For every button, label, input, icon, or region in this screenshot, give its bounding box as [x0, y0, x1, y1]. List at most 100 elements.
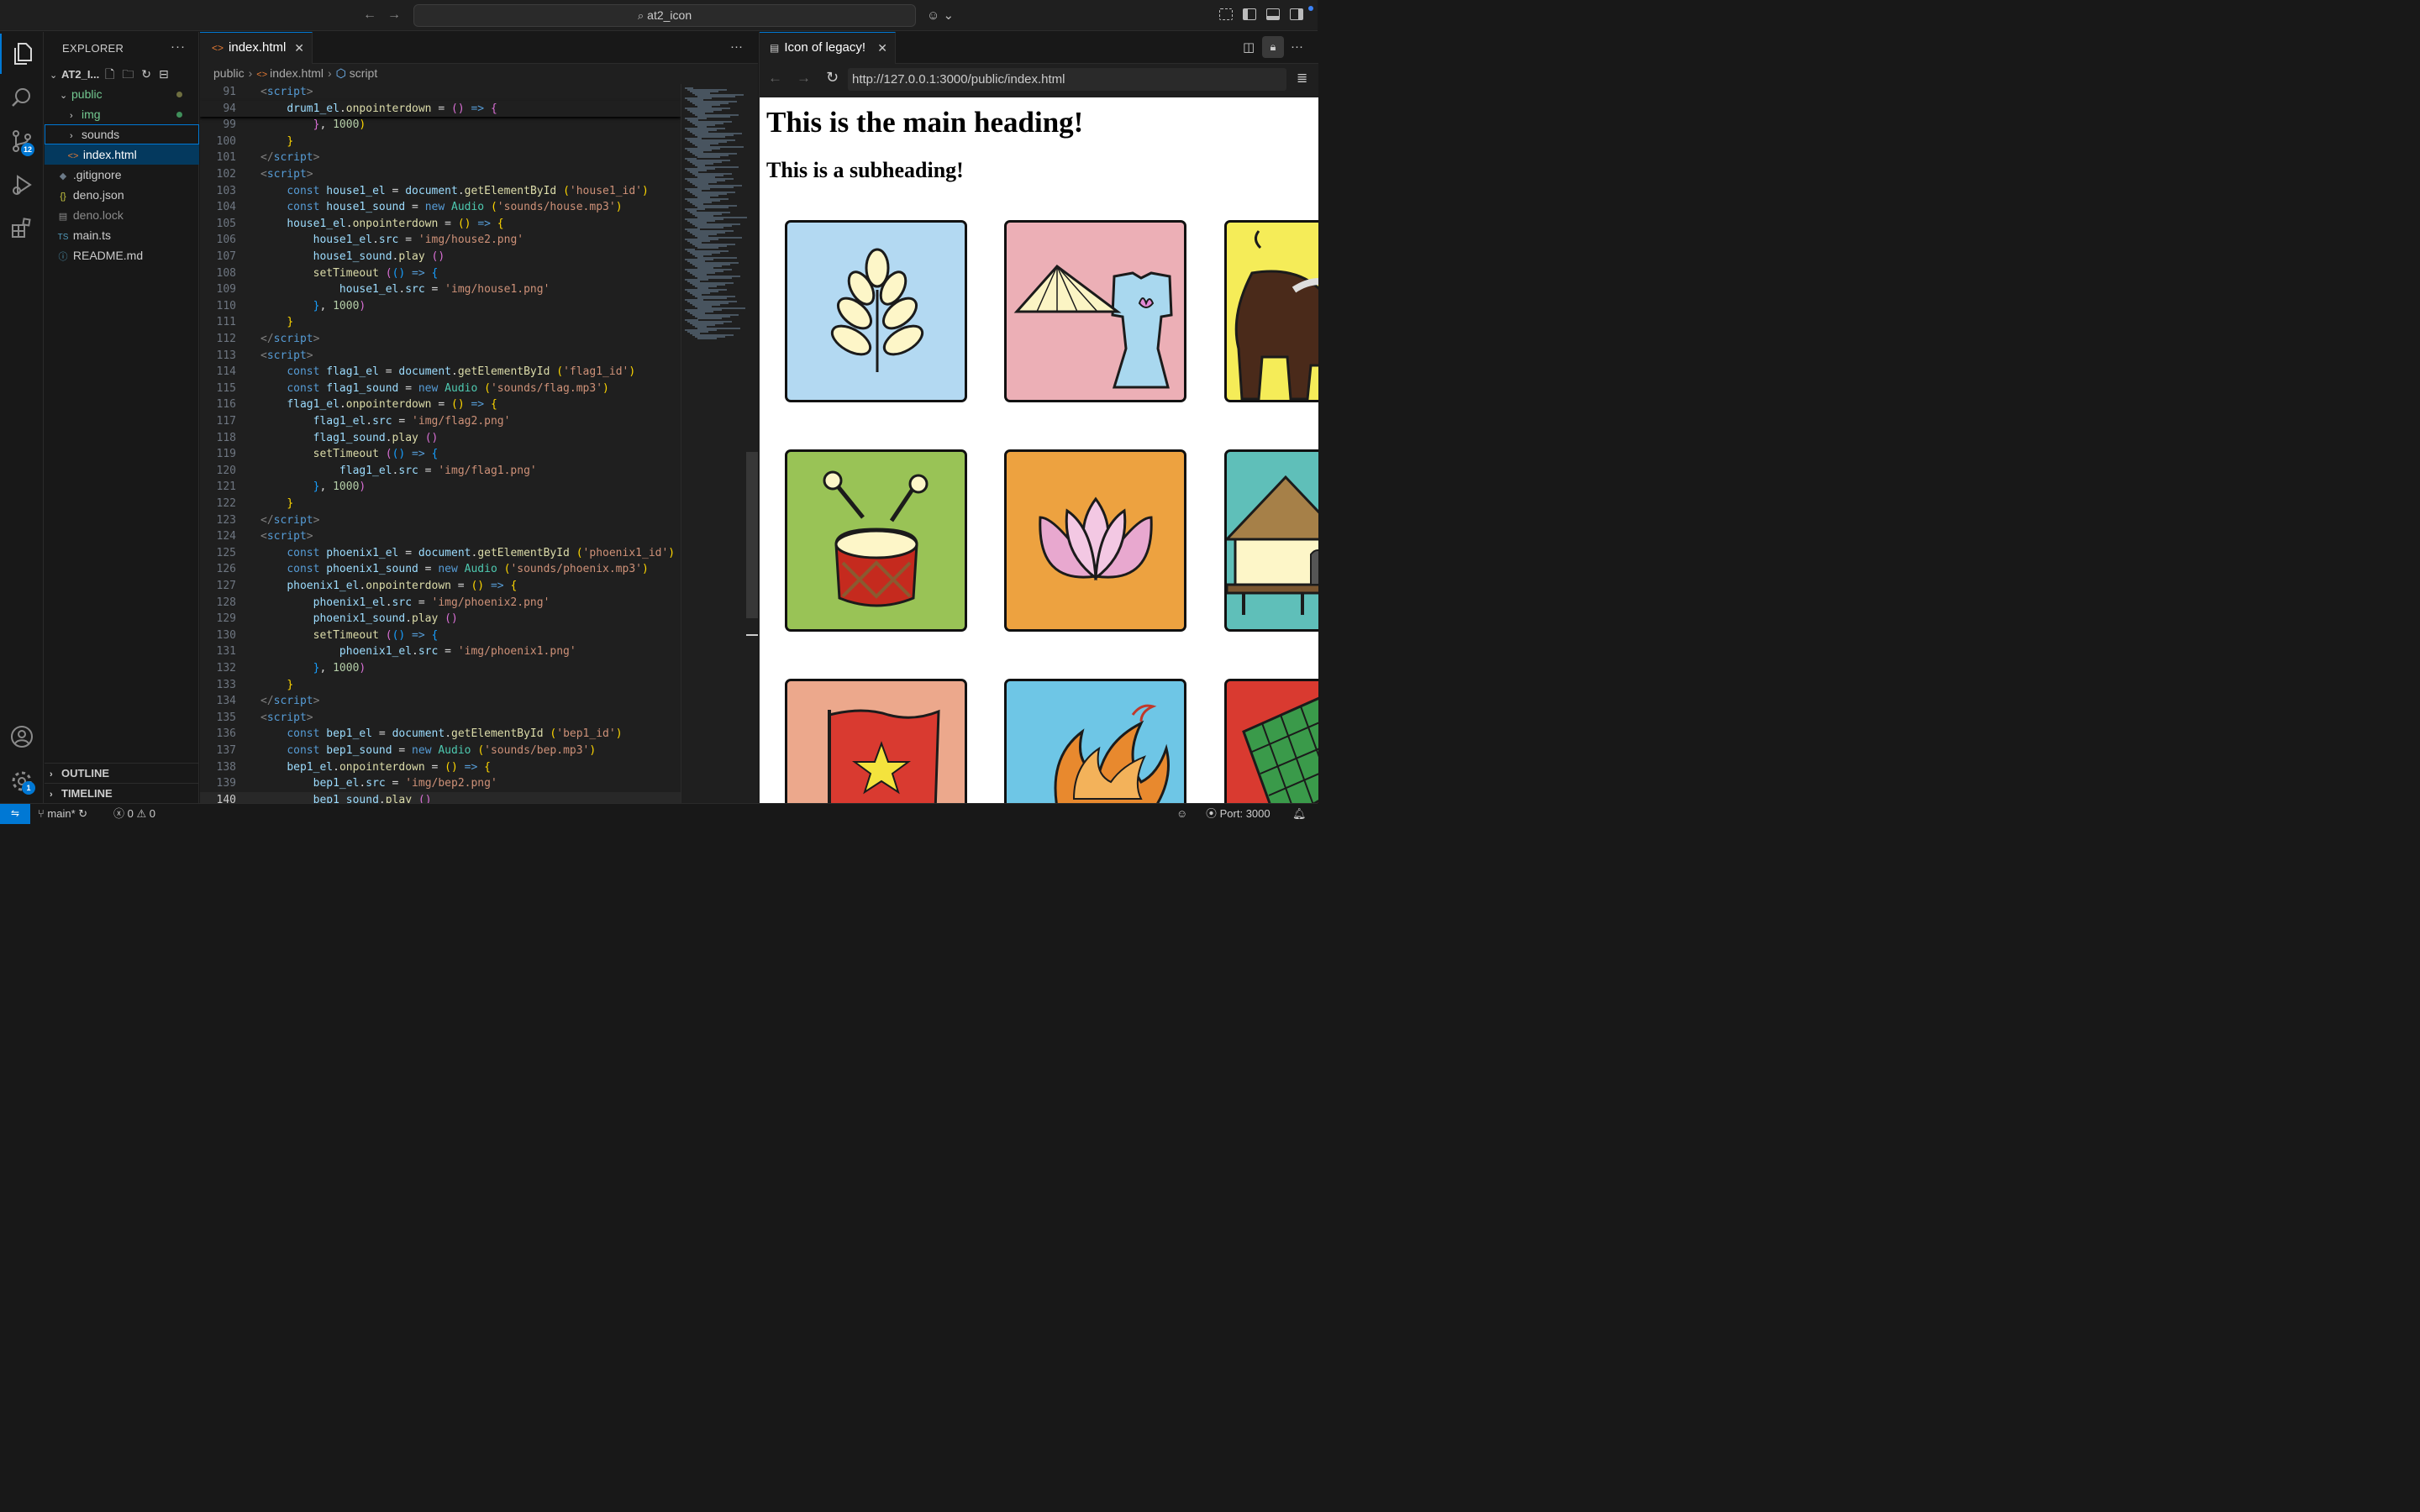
code-line[interactable]: 132 }, 1000) [200, 660, 681, 677]
code-area[interactable]: 91 <script> 94 drum1_el.onpointerdown = ()… [200, 84, 681, 803]
forward-arrow-icon[interactable]: → [797, 70, 811, 87]
tree-folder-sounds[interactable]: › sounds [45, 124, 199, 144]
code-line[interactable]: 126 const phoenix1_sound = new Audio ('s… [200, 561, 681, 578]
code-line[interactable]: 103 const house1_el = document.getElemen… [200, 183, 681, 200]
rice-plant-icon[interactable] [785, 220, 967, 402]
code-line[interactable]: 104 const house1_sound = new Audio ('sou… [200, 199, 681, 216]
code-line[interactable]: 101 </script> [200, 150, 681, 166]
back-arrow-icon[interactable]: ← [363, 8, 376, 23]
code-line[interactable]: 94 drum1_el.onpointerdown = () => { [200, 100, 681, 118]
command-center-search[interactable]: ⌕ at2_icon [413, 4, 916, 27]
code-line[interactable]: 111 } [200, 314, 681, 331]
code-line[interactable]: 122 } [200, 496, 681, 512]
url-input[interactable]: http://127.0.0.1:3000/public/index.html [848, 68, 1286, 91]
timeline-section[interactable]: › TIMELINE [45, 783, 199, 803]
tab-browser[interactable]: ▤ Icon of legacy! ✕ [760, 32, 896, 64]
search-icon[interactable] [0, 77, 44, 118]
tree-file-deno-lock[interactable]: ▤ deno.lock [45, 205, 199, 225]
code-line[interactable]: 139 bep1_el.src = 'img/bep2.png' [200, 775, 681, 792]
tree-file-index-html[interactable]: <> index.html [45, 144, 199, 165]
explorer-more-icon[interactable]: ··· [171, 39, 186, 54]
breadcrumb-item[interactable]: script [350, 66, 377, 80]
phoenix-icon[interactable] [1004, 679, 1186, 803]
extensions-icon[interactable] [0, 208, 44, 249]
code-line[interactable]: 110 }, 1000) [200, 298, 681, 315]
code-line[interactable]: 121 }, 1000) [200, 479, 681, 496]
workspace-root[interactable]: ⌄ AT2_I... 🗋🗀↻⊟ [45, 64, 199, 84]
remote-icon[interactable]: ⇋ [0, 804, 30, 824]
code-line[interactable]: 134 </script> [200, 693, 681, 710]
code-line[interactable]: 136 const bep1_el = document.getElementB… [200, 726, 681, 743]
code-line[interactable]: 133 } [200, 677, 681, 694]
code-line[interactable]: 124 <script> [200, 528, 681, 545]
minimap[interactable] [681, 84, 747, 803]
back-arrow-icon[interactable]: ← [768, 70, 782, 87]
code-line[interactable]: 112 </script> [200, 331, 681, 348]
code-line[interactable]: 130 setTimeout (() => { [200, 627, 681, 644]
lotus-icon[interactable] [1004, 449, 1186, 632]
accounts-icon[interactable] [0, 717, 44, 757]
code-line[interactable]: 119 setTimeout (() => { [200, 446, 681, 463]
tree-file-gitignore[interactable]: ◆ .gitignore [45, 165, 199, 185]
water-buffalo-icon[interactable] [1224, 220, 1318, 402]
code-line[interactable]: 123 </script> [200, 512, 681, 529]
tree-folder-public[interactable]: ⌄ public [45, 84, 199, 104]
toggle-secondary-sidebar-icon[interactable] [1290, 8, 1303, 20]
breadcrumb-item[interactable]: public [213, 66, 245, 80]
code-line[interactable]: 118 flag1_sound.play () [200, 430, 681, 447]
tree-file-readme[interactable]: ⓘ README.md [45, 245, 199, 265]
toggle-panel-icon[interactable] [1266, 8, 1280, 20]
code-line[interactable]: 128 phoenix1_el.src = 'img/phoenix2.png' [200, 595, 681, 612]
code-line[interactable]: 105 house1_el.onpointerdown = () => { [200, 216, 681, 233]
code-line[interactable]: 125 const phoenix1_el = document.getElem… [200, 545, 681, 562]
customize-layout-icon[interactable] [1219, 8, 1233, 20]
code-line[interactable]: 108 setTimeout (() => { [200, 265, 681, 282]
split-editor-icon[interactable]: ◫ [1243, 39, 1255, 55]
code-line[interactable]: 91 <script> [200, 84, 681, 101]
close-icon[interactable]: ✕ [294, 33, 304, 63]
reload-icon[interactable]: ↻ [826, 69, 839, 87]
editor-scrollbar[interactable] [746, 452, 758, 618]
explorer-actions[interactable]: 🗋🗀↻⊟ [105, 64, 176, 84]
bell-icon[interactable]: 🔔︎ [1292, 804, 1307, 823]
code-line[interactable]: 102 <script> [200, 166, 681, 183]
code-line[interactable]: 127 phoenix1_el.onpointerdown = () => { [200, 578, 681, 595]
port-status[interactable]: ⦿ Port: 3000 [1206, 804, 1270, 823]
code-line[interactable]: 113 <script> [200, 348, 681, 365]
explorer-icon[interactable] [0, 34, 44, 74]
source-control-icon[interactable]: 12 [0, 121, 44, 161]
code-line[interactable]: 131 phoenix1_el.src = 'img/phoenix1.png' [200, 643, 681, 660]
menu-icon[interactable]: ≣ [1297, 70, 1307, 87]
rice-field-icon[interactable] [1224, 679, 1318, 803]
run-debug-icon[interactable] [0, 165, 44, 205]
conical-hat-ao-dai-icon[interactable] [1004, 220, 1186, 402]
code-line[interactable]: 99 }, 1000) [200, 117, 681, 134]
flag-icon[interactable] [785, 679, 967, 803]
code-line[interactable]: 114 const flag1_el = document.getElement… [200, 364, 681, 381]
tree-file-deno-json[interactable]: {} deno.json [45, 185, 199, 205]
close-icon[interactable]: ✕ [877, 33, 887, 63]
problems-status[interactable]: ⓧ 0 ⚠ 0 [113, 804, 155, 823]
more-actions-icon[interactable]: ··· [1291, 39, 1303, 54]
code-line[interactable]: 116 flag1_el.onpointerdown = () => { [200, 396, 681, 413]
code-line[interactable]: 129 phoenix1_sound.play () [200, 611, 681, 627]
code-line[interactable]: 117 flag1_el.src = 'img/flag2.png' [200, 413, 681, 430]
toggle-primary-sidebar-icon[interactable] [1243, 8, 1256, 20]
code-line[interactable]: 138 bep1_el.onpointerdown = () => { [200, 759, 681, 776]
code-line[interactable]: 115 const flag1_sound = new Audio ('soun… [200, 381, 681, 397]
copilot-status-icon[interactable]: ☺ [1176, 804, 1187, 823]
stilt-house-icon[interactable] [1224, 449, 1318, 632]
code-line[interactable]: 120 flag1_el.src = 'img/flag1.png' [200, 463, 681, 480]
forward-arrow-icon[interactable]: → [387, 8, 401, 23]
code-line[interactable]: 137 const bep1_sound = new Audio ('sound… [200, 743, 681, 759]
code-line[interactable]: 109 house1_el.src = 'img/house1.png' [200, 281, 681, 298]
drum-icon[interactable] [785, 449, 967, 632]
code-line[interactable]: 100 } [200, 134, 681, 150]
breadcrumb-item[interactable]: index.html [270, 66, 324, 80]
copilot-icon[interactable]: ☺ ⌄ [927, 8, 954, 23]
code-line[interactable]: 106 house1_el.src = 'img/house2.png' [200, 232, 681, 249]
settings-gear-icon[interactable]: 1 [0, 761, 44, 801]
code-line[interactable]: 107 house1_sound.play () [200, 249, 681, 265]
branch-status[interactable]: ⑂ main* ↻ [38, 804, 87, 823]
tree-file-main-ts[interactable]: TS main.ts [45, 225, 199, 245]
